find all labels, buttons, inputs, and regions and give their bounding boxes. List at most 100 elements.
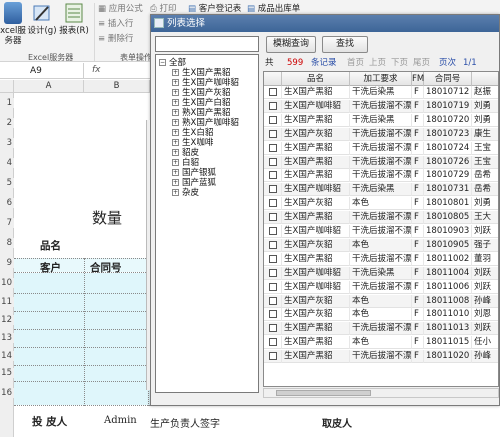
collapse-icon[interactable]: − <box>159 59 166 66</box>
grid-column-header[interactable] <box>264 72 282 86</box>
customer-register-button[interactable]: ▤ 客户登记表 <box>188 2 241 14</box>
row-header[interactable]: 2 <box>0 118 14 128</box>
next-page-link[interactable]: 下页 <box>391 57 408 70</box>
row-checkbox[interactable] <box>269 282 277 291</box>
tree-node[interactable]: + 熟X国产黑貂 <box>172 108 230 118</box>
table-row[interactable]: 生X国产黑貂 干洗后拔溜不漂 F 18011002 董羽 <box>264 252 498 266</box>
row-header[interactable]: 10 <box>0 278 14 288</box>
column-header-a[interactable]: A <box>14 80 84 93</box>
grid-column-header[interactable]: 加工要求 <box>350 72 412 86</box>
design-button[interactable]: 设计(g) <box>26 2 58 50</box>
tree-node[interactable]: + 生X国产灰貂 <box>172 88 230 98</box>
table-row[interactable]: 生X国产咖啡貂 干洗后拔溜不漂 F 18011006 刘跃 <box>264 280 498 294</box>
grid-column-header[interactable]: FM <box>412 72 424 86</box>
row-checkbox-cell[interactable] <box>264 308 282 322</box>
expand-icon[interactable]: + <box>172 79 179 86</box>
table-row[interactable]: 生X国产黑貂 干洗后拔溜不漂 F 18010805 王大 <box>264 211 498 225</box>
row-header[interactable]: 12 <box>0 315 14 325</box>
row-header[interactable]: 4 <box>0 158 14 168</box>
row-checkbox[interactable] <box>269 88 277 96</box>
row-checkbox-cell[interactable] <box>264 280 282 294</box>
delete-row-button[interactable]: ≡ 删除行 <box>98 32 133 44</box>
table-row[interactable]: 生X国产咖啡貂 干洗后拔溜不漂 F 18010903 刘跃 <box>264 225 498 238</box>
row-checkbox[interactable] <box>269 213 277 222</box>
row-checkbox[interactable] <box>269 185 277 194</box>
query-button[interactable]: 查找 <box>322 36 368 53</box>
row-checkbox[interactable] <box>269 324 277 333</box>
last-page-link[interactable]: 尾页 <box>413 57 430 70</box>
tree-node[interactable]: + 生X国产咖啡貂 <box>172 78 239 88</box>
apply-formula-button[interactable]: ▦ 应用公式 <box>98 2 143 14</box>
table-row[interactable]: 生X国产灰貂 本色 F 18011010 刘恩 <box>264 308 498 322</box>
grid-column-header[interactable] <box>472 72 498 86</box>
search-input[interactable] <box>155 36 259 52</box>
prev-page-link[interactable]: 上页 <box>369 57 386 70</box>
expand-icon[interactable]: + <box>172 159 179 166</box>
row-checkbox[interactable] <box>269 352 277 361</box>
row-checkbox[interactable] <box>269 254 277 263</box>
row-checkbox-cell[interactable] <box>264 336 282 350</box>
row-header[interactable]: 8 <box>0 237 14 248</box>
category-tree[interactable]: − 全部 + 生X国产黑貂 + 生X国产咖啡貂 + 生X国产灰貂 + 生X国产白貂 + 熟X国产黑貂 +… <box>155 54 259 393</box>
row-checkbox[interactable] <box>269 227 277 235</box>
tree-node[interactable]: + 生X咖啡 <box>172 138 213 148</box>
row-checkbox-cell[interactable] <box>264 99 282 113</box>
row-checkbox-cell[interactable] <box>264 155 282 169</box>
row-checkbox-cell[interactable] <box>264 238 282 252</box>
table-row[interactable]: 生X国产黑貂 干洗后拔溜不漂 F 18011013 刘跃 <box>264 322 498 336</box>
insert-row-button[interactable]: ≡ 插入行 <box>98 17 133 29</box>
table-row[interactable]: 生X国产黑貂 干洗后染黑 F 18010712 赵振 <box>264 86 498 99</box>
row-checkbox-cell[interactable] <box>264 266 282 280</box>
tree-node[interactable]: + 生X国产白貂 <box>172 98 230 108</box>
row-checkbox[interactable] <box>269 101 277 110</box>
row-checkbox[interactable] <box>269 296 277 305</box>
table-row[interactable]: 生X国产黑貂 干洗后拔溜不漂 F 18010729 岳希 <box>264 169 498 183</box>
tree-root[interactable]: − 全部 <box>159 58 186 68</box>
row-checkbox[interactable] <box>269 157 277 166</box>
row-header[interactable]: 9 <box>0 257 14 268</box>
expand-icon[interactable]: + <box>172 109 179 116</box>
tree-node[interactable]: + 白貂 <box>172 158 199 168</box>
expand-icon[interactable]: + <box>172 169 179 176</box>
name-box[interactable]: A9 <box>0 63 84 79</box>
form-detail-area-bottom[interactable] <box>14 381 150 405</box>
table-row[interactable]: 生X国产黑貂 干洗后拔溜不漂 F 18011020 孙峰 <box>264 350 498 364</box>
print-button[interactable]: ⎙ 打印 <box>150 2 177 14</box>
horizontal-scrollbar[interactable] <box>263 388 499 398</box>
row-checkbox[interactable] <box>269 199 277 208</box>
fx-icon[interactable]: fx <box>92 65 101 75</box>
row-header[interactable]: 7 <box>0 218 14 228</box>
table-row[interactable]: 生X国产黑貂 干洗后染黑 F 18010720 刘勇 <box>264 113 498 127</box>
row-header[interactable]: 15 <box>0 368 14 378</box>
select-all-corner[interactable] <box>0 80 14 93</box>
row-checkbox-cell[interactable] <box>264 225 282 238</box>
row-checkbox-cell[interactable] <box>264 183 282 197</box>
row-checkbox-cell[interactable] <box>264 127 282 141</box>
grid-column-header[interactable]: 品名 <box>282 72 350 86</box>
row-header[interactable]: 1 <box>0 98 14 108</box>
table-row[interactable]: 生X国产咖啡貂 干洗后染黑 F 18011004 刘跃 <box>264 266 498 280</box>
row-checkbox-cell[interactable] <box>264 211 282 225</box>
row-checkbox-cell[interactable] <box>264 169 282 183</box>
expand-icon[interactable]: + <box>172 149 179 156</box>
row-checkbox-cell[interactable] <box>264 294 282 308</box>
row-checkbox-cell[interactable] <box>264 197 282 211</box>
table-row[interactable]: 生X国产灰貂 本色 F 18010905 强子 <box>264 238 498 252</box>
row-checkbox-cell[interactable] <box>264 350 282 364</box>
row-checkbox[interactable] <box>269 129 277 138</box>
row-checkbox[interactable] <box>269 115 277 124</box>
record-grid[interactable]: 品名 加工要求 FM 合同号 生X国产黑貂 干洗后染黑 F 18010712 赵振 生X国产咖啡… <box>263 71 499 387</box>
expand-icon[interactable]: + <box>172 89 179 96</box>
tree-node[interactable]: + 国产银狐 <box>172 168 216 178</box>
first-page-link[interactable]: 首页 <box>347 57 364 70</box>
row-checkbox[interactable] <box>269 171 277 180</box>
row-header[interactable]: 6 <box>0 198 14 208</box>
expand-icon[interactable]: + <box>172 119 179 126</box>
table-row[interactable]: 生X国产黑貂 干洗后拔溜不漂 F 18010726 王宝 <box>264 155 498 169</box>
row-checkbox-cell[interactable] <box>264 322 282 336</box>
tree-node[interactable]: + 熟X国产咖啡貂 <box>172 118 239 128</box>
row-checkbox[interactable] <box>269 143 277 152</box>
horizontal-scroll-thumb[interactable] <box>276 390 371 396</box>
row-header[interactable]: 16 <box>0 388 14 398</box>
row-checkbox[interactable] <box>269 310 277 319</box>
